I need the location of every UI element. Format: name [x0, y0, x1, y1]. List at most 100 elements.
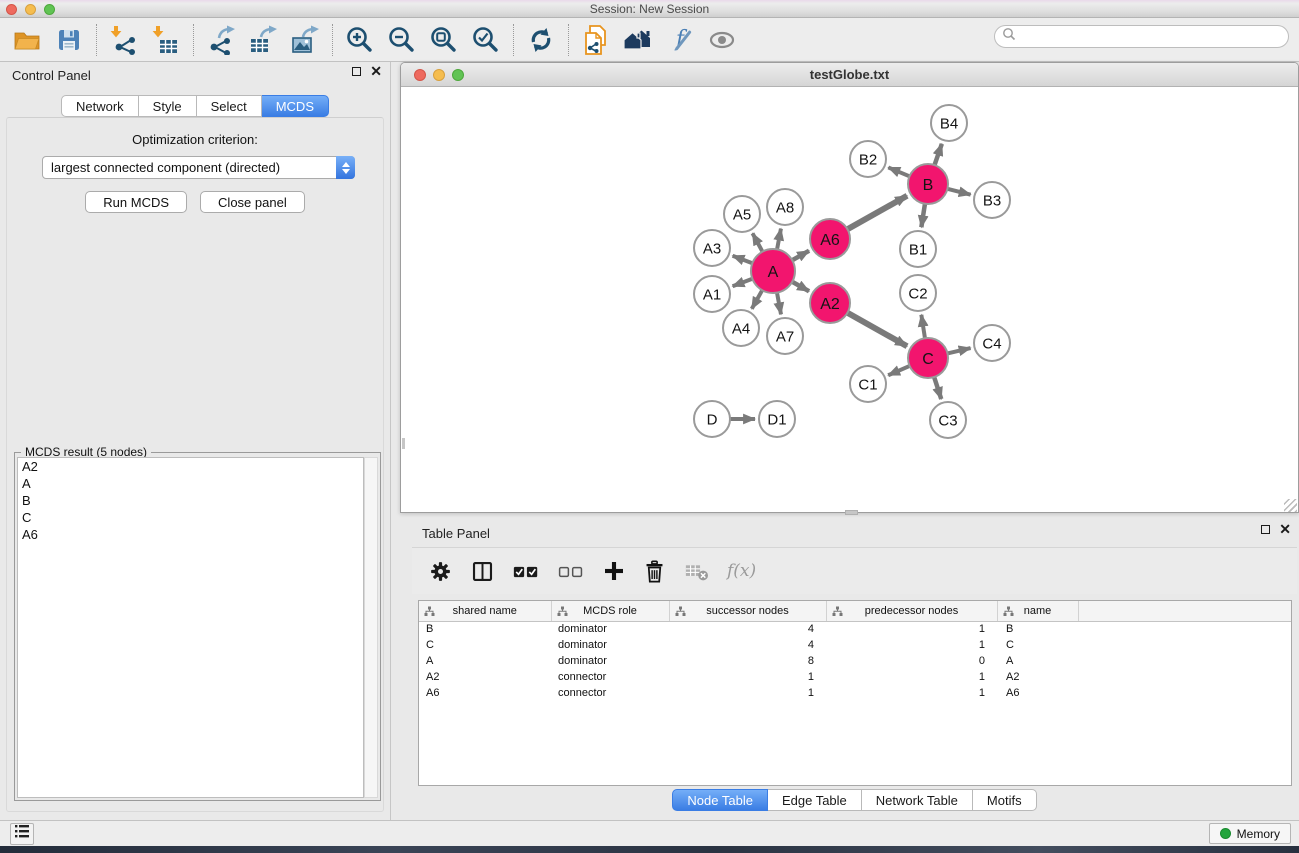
result-list-item[interactable]: B [18, 492, 363, 509]
zoom-out-button[interactable] [385, 23, 419, 57]
node-B2[interactable]: B2 [850, 141, 886, 177]
search-input[interactable] [1020, 28, 1288, 46]
column-header-MCDS-role[interactable]: MCDS role [551, 601, 669, 621]
edge-C-C3[interactable] [934, 377, 941, 399]
delete-table-button[interactable] [683, 560, 710, 583]
column-header-name[interactable]: name [997, 601, 1078, 621]
node-A2[interactable]: A2 [810, 283, 850, 323]
edge-A-A1[interactable] [733, 279, 753, 286]
save-session-button[interactable] [52, 23, 86, 57]
show-graphics-button[interactable] [705, 23, 739, 57]
node-B1[interactable]: B1 [900, 231, 936, 267]
float-panel-icon[interactable] [1261, 525, 1270, 534]
close-panel-button[interactable]: Close panel [200, 191, 305, 213]
node-C1[interactable]: C1 [850, 366, 886, 402]
tab-network[interactable]: Network [61, 95, 139, 117]
zoom-fit-button[interactable] [427, 23, 461, 57]
node-B[interactable]: B [908, 164, 948, 204]
run-mcds-button[interactable]: Run MCDS [85, 191, 187, 213]
table-row[interactable]: Cdominator41C [419, 637, 1291, 653]
refresh-view-button[interactable] [524, 23, 558, 57]
edge-C-C4[interactable] [947, 348, 970, 353]
node-A4[interactable]: A4 [723, 310, 759, 346]
table-row[interactable]: A2connector11A2 [419, 669, 1291, 685]
result-list-item[interactable]: A6 [18, 526, 363, 543]
tab-mcds[interactable]: MCDS [262, 95, 329, 117]
network-window-titlebar[interactable]: testGlobe.txt [401, 63, 1298, 87]
import-table-button[interactable] [149, 23, 183, 57]
memory-button[interactable]: Memory [1209, 823, 1291, 844]
edge-A-A7[interactable] [777, 293, 781, 315]
export-network-button[interactable] [204, 23, 238, 57]
optimization-criterion-select[interactable]: largest connected component (directed) [42, 156, 355, 179]
column-header-predecessor-nodes[interactable]: predecessor nodes [826, 601, 997, 621]
edge-B-B4[interactable] [935, 144, 942, 165]
tab-network-table[interactable]: Network Table [862, 789, 973, 811]
edge-C-C1[interactable] [888, 366, 909, 375]
node-C4[interactable]: C4 [974, 325, 1010, 361]
delete-row-button[interactable] [643, 559, 666, 584]
clone-network-button[interactable] [579, 23, 613, 57]
open-session-button[interactable] [10, 23, 44, 57]
select-all-button[interactable] [512, 559, 540, 584]
result-list-item[interactable]: A [18, 475, 363, 492]
node-B4[interactable]: B4 [931, 105, 967, 141]
node-A1[interactable]: A1 [694, 276, 730, 312]
horizontal-scroll-thumb[interactable] [845, 510, 858, 515]
edge-B-B2[interactable] [888, 167, 909, 176]
zoom-selected-button[interactable] [469, 23, 503, 57]
node-A5[interactable]: A5 [724, 196, 760, 232]
node-A[interactable]: A [751, 249, 795, 293]
table-row[interactable]: A6connector11A6 [419, 685, 1291, 701]
node-D1[interactable]: D1 [759, 401, 795, 437]
edge-C-C2[interactable] [921, 315, 925, 338]
tab-node-table[interactable]: Node Table [672, 789, 768, 811]
deselect-all-button[interactable] [557, 559, 585, 584]
node-A8[interactable]: A8 [767, 189, 803, 225]
task-history-button[interactable] [10, 823, 34, 845]
column-header-successor-nodes[interactable]: successor nodes [669, 601, 826, 621]
node-D[interactable]: D [694, 401, 730, 437]
window-resize-grip[interactable] [1284, 499, 1297, 512]
node-C[interactable]: C [908, 338, 948, 378]
add-row-button[interactable] [602, 559, 626, 583]
mcds-result-scrollbar[interactable] [364, 457, 378, 798]
table-settings-button[interactable] [428, 559, 453, 584]
node-A7[interactable]: A7 [767, 318, 803, 354]
function-builder-button[interactable]: f(x) [727, 561, 756, 581]
export-table-button[interactable] [246, 23, 280, 57]
edge-B-B3[interactable] [947, 189, 970, 195]
vertical-scroll-thumb[interactable] [402, 438, 405, 449]
close-panel-icon[interactable]: ✕ [370, 67, 382, 76]
edge-A2-C[interactable] [847, 313, 907, 346]
edge-A6-B[interactable] [847, 196, 907, 229]
edge-A-A3[interactable] [733, 256, 753, 263]
table-row[interactable]: Bdominator41B [419, 621, 1291, 637]
node-C2[interactable]: C2 [900, 275, 936, 311]
edge-A-A5[interactable] [753, 233, 763, 251]
search-field[interactable] [994, 25, 1289, 48]
column-header-shared-name[interactable]: shared name [419, 601, 551, 621]
close-panel-icon[interactable]: ✕ [1279, 525, 1291, 534]
show-column-button[interactable] [470, 559, 495, 584]
edge-A-A2[interactable] [792, 282, 809, 291]
zoom-in-button[interactable] [343, 23, 377, 57]
node-A3[interactable]: A3 [694, 230, 730, 266]
node-A6[interactable]: A6 [810, 219, 850, 259]
network-canvas[interactable]: B4B2BB3A5A8A6A3B1AA1C2A2A4A7C4CC1DD1C3 [402, 88, 1298, 512]
edge-A-A6[interactable] [792, 251, 809, 260]
result-list-item[interactable]: C [18, 509, 363, 526]
edge-B-B1[interactable] [921, 204, 925, 227]
table-row[interactable]: Adominator80A [419, 653, 1291, 669]
node-B3[interactable]: B3 [974, 182, 1010, 218]
hide-function-button[interactable]: f [663, 23, 697, 57]
tab-select[interactable]: Select [197, 95, 262, 117]
edge-A-A4[interactable] [752, 290, 762, 309]
tab-motifs[interactable]: Motifs [973, 789, 1037, 811]
float-panel-icon[interactable] [352, 67, 361, 76]
tab-edge-table[interactable]: Edge Table [768, 789, 862, 811]
tab-style[interactable]: Style [139, 95, 197, 117]
home-browser-button[interactable] [621, 23, 655, 57]
import-network-button[interactable] [107, 23, 141, 57]
edge-A-A8[interactable] [777, 229, 781, 250]
